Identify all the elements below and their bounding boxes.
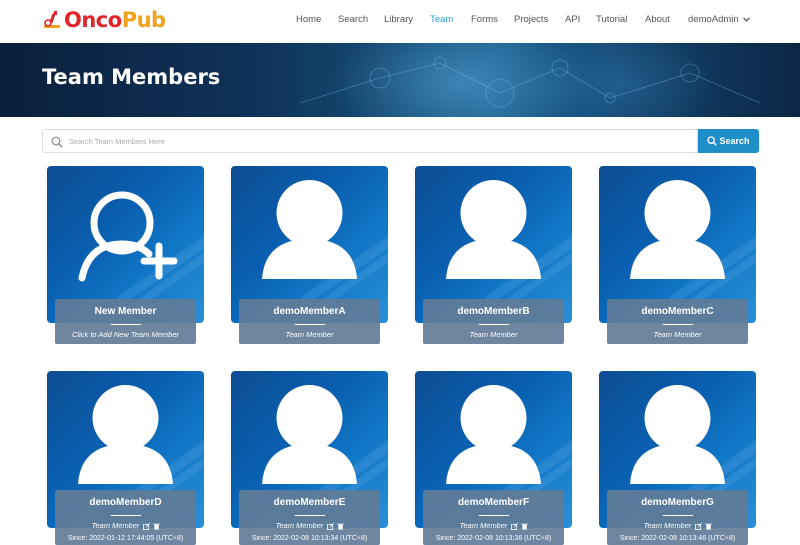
nav-tutorial[interactable]: Tutorial (596, 14, 627, 25)
nav-library[interactable]: Library (384, 14, 413, 25)
trash-icon[interactable] (520, 523, 528, 530)
member-card[interactable]: demoMemberD Team Member Since: 2022-01-1… (47, 371, 204, 545)
card-subtitle: Team Member (469, 330, 518, 339)
trash-icon[interactable] (336, 523, 344, 530)
divider (662, 324, 693, 325)
divider (294, 324, 325, 325)
card-name: demoMemberG (641, 497, 714, 508)
card-subtitle: Team Member (55, 521, 196, 535)
nav-about[interactable]: About (645, 14, 670, 25)
divider (110, 515, 141, 516)
card-role: Team Member (459, 521, 508, 530)
edit-icon[interactable] (510, 522, 518, 530)
member-card[interactable]: demoMemberC Team Member (599, 166, 756, 344)
card-label: demoMemberG Team Member Since: 2022-02-0… (607, 490, 748, 545)
nav-forms[interactable]: Forms (471, 14, 498, 25)
card-subtitle: Team Member (285, 330, 334, 339)
divider (294, 515, 325, 516)
card-label: demoMemberB Team Member (423, 299, 564, 344)
divider (110, 324, 141, 325)
card-label: demoMemberA Team Member (239, 299, 380, 344)
search-icon (51, 136, 63, 148)
card-since-date: Since: 2022-01-12 17:44:05 (UTC+8) (67, 535, 184, 542)
card-since-date: Since: 2022-02-08 10:13:46 (UTC+8) (619, 535, 736, 542)
brand-name: OncoPub (64, 8, 166, 32)
chevron-down-icon (742, 17, 750, 22)
card-label: demoMemberC Team Member (607, 299, 748, 344)
card-label: demoMemberF Team Member Since: 2022-02-0… (423, 490, 564, 545)
nav-home[interactable]: Home (296, 14, 321, 25)
logo[interactable]: OncoPub (42, 8, 166, 32)
member-card[interactable]: demoMemberB Team Member (415, 166, 572, 344)
card-subtitle: Click to Add New Team Member (72, 330, 179, 339)
card-role: Team Member (91, 521, 140, 530)
card-since-date: Since: 2022-02-08 10:13:36 (UTC+8) (435, 535, 552, 542)
search-bar: Search (42, 129, 759, 153)
nav-team[interactable]: Team (430, 14, 453, 25)
divider (478, 515, 509, 516)
edit-icon[interactable] (694, 522, 702, 530)
card-subtitle: Team Member (239, 521, 380, 535)
card-name: demoMemberB (457, 306, 530, 317)
brand-name-part2: Pub (121, 8, 166, 32)
card-label: demoMemberE Team Member Since: 2022-02-0… (239, 490, 380, 545)
search-button[interactable]: Search (698, 129, 759, 153)
card-role: Team Member (643, 521, 692, 530)
member-card[interactable]: demoMemberE Team Member Since: 2022-02-0… (231, 371, 388, 545)
trash-icon[interactable] (704, 523, 712, 530)
edit-icon[interactable] (326, 522, 334, 530)
card-name: demoMemberD (89, 497, 162, 508)
card-name: demoMemberC (641, 306, 714, 317)
card-role: Team Member (275, 521, 324, 530)
card-name: New Member (94, 306, 157, 317)
navbar: OncoPub Home Search Library Team Forms P… (0, 0, 800, 43)
search-button-label: Search (719, 136, 750, 146)
page-title: Team Members (42, 65, 221, 89)
card-label: demoMemberD Team Member Since: 2022-01-1… (55, 490, 196, 545)
edit-icon[interactable] (142, 522, 150, 530)
card-subtitle: Team Member (607, 521, 748, 535)
search-field (42, 129, 698, 153)
member-card[interactable]: demoMemberG Team Member Since: 2022-02-0… (599, 371, 756, 545)
card-subtitle: Team Member (423, 521, 564, 535)
divider (478, 324, 509, 325)
card-name: demoMemberA (273, 306, 346, 317)
brand-name-part1: Onco (64, 8, 122, 32)
card-subtitle: Team Member (653, 330, 702, 339)
nav-user-label: demoAdmin (688, 14, 739, 25)
search-icon (707, 136, 718, 146)
nav-search[interactable]: Search (338, 14, 368, 25)
card-name: demoMemberF (457, 497, 530, 508)
hero-banner: Team Members (0, 43, 800, 117)
search-input[interactable] (69, 130, 689, 152)
nav-user-menu[interactable]: demoAdmin (688, 14, 750, 25)
card-label: New Member Click to Add New Team Member (55, 299, 196, 344)
microscope-logo-icon (44, 11, 60, 28)
nav-projects[interactable]: Projects (514, 14, 548, 25)
member-card[interactable]: demoMemberA Team Member (231, 166, 388, 344)
trash-icon[interactable] (152, 523, 160, 530)
nav-api[interactable]: API (565, 14, 580, 25)
member-card[interactable]: demoMemberF Team Member Since: 2022-02-0… (415, 371, 572, 545)
new-member-card[interactable]: New Member Click to Add New Team Member (47, 166, 204, 344)
divider (662, 515, 693, 516)
card-name: demoMemberE (273, 497, 346, 508)
card-since-date: Since: 2022-02-08 10:13:34 (UTC+8) (251, 535, 368, 542)
